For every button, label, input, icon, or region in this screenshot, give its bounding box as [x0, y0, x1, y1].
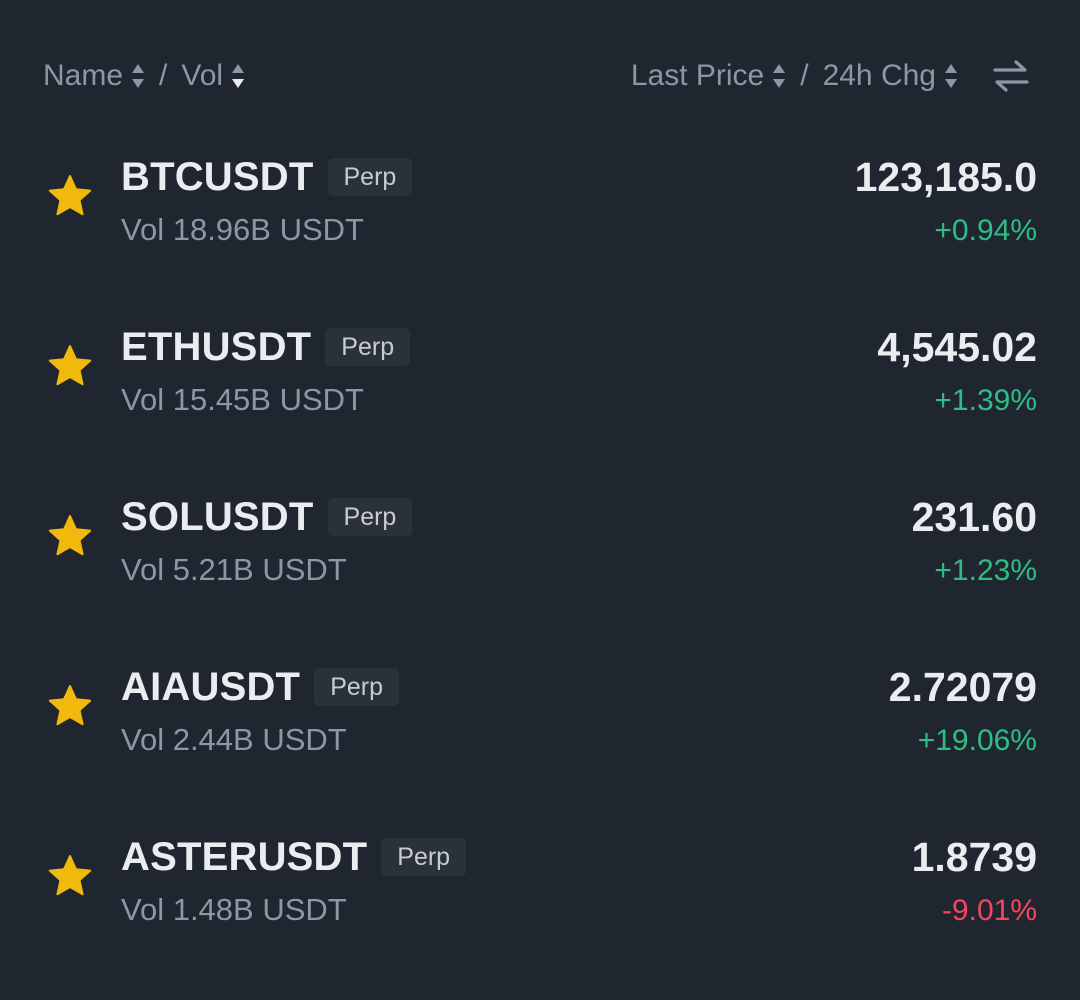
24h-change-sort-label: 24h Chg — [822, 59, 936, 92]
sort-by-last-price-button[interactable]: Last Price — [631, 59, 786, 93]
market-row[interactable]: ETHUSDT Perp Vol 15.45B USDT 4,545.02 +1… — [0, 320, 1080, 490]
right-sort-group: Last Price / 24h Chg — [631, 58, 958, 94]
last-price: 1.8739 — [911, 834, 1037, 880]
perp-badge: Perp — [325, 328, 411, 366]
sort-by-24h-change-button[interactable]: 24h Chg — [823, 59, 958, 93]
perp-badge: Perp — [381, 838, 467, 876]
volume-text: Vol 5.21B USDT — [121, 552, 347, 587]
favorite-star-icon[interactable] — [45, 682, 95, 732]
perp-badge: Perp — [327, 498, 413, 536]
last-price: 2.72079 — [888, 664, 1037, 710]
price-change: +19.06% — [917, 724, 1037, 757]
last-price: 123,185.0 — [854, 154, 1037, 200]
sort-arrows-icon — [945, 64, 957, 88]
name-sort-label: Name — [43, 59, 124, 92]
symbol-line: ETHUSDT Perp — [121, 324, 411, 370]
favorite-star-icon[interactable] — [45, 512, 95, 562]
last-price-sort-label: Last Price — [630, 59, 765, 92]
market-row[interactable]: ASTERUSDT Perp Vol 1.48B USDT 1.8739 -9.… — [0, 830, 1080, 1000]
perp-badge: Perp — [314, 668, 399, 706]
perp-badge: Perp — [327, 158, 413, 196]
symbol-name: ASTERUSDT — [121, 834, 368, 879]
vol-sort-label: Vol — [181, 59, 224, 92]
volume-text: Vol 2.44B USDT — [121, 722, 347, 757]
sort-arrows-icon — [773, 64, 786, 88]
header-separator: / — [159, 59, 168, 92]
market-list: BTCUSDT Perp Vol 18.96B USDT 123,185.0 +… — [0, 150, 1080, 1000]
sort-arrows-icon — [132, 64, 145, 88]
favorite-star-icon[interactable] — [45, 852, 95, 902]
sort-arrows-icon — [232, 64, 245, 88]
price-change: +1.23% — [934, 554, 1037, 587]
symbol-name: BTCUSDT — [121, 154, 314, 199]
left-sort-group: Name / Vol — [43, 58, 245, 94]
volume-text: Vol 1.48B USDT — [121, 892, 347, 927]
sort-by-name-button[interactable]: Name — [43, 59, 145, 93]
market-row[interactable]: SOLUSDT Perp Vol 5.21B USDT 231.60 +1.23… — [0, 490, 1080, 660]
symbol-name: ETHUSDT — [121, 324, 312, 369]
favorite-star-icon[interactable] — [45, 172, 95, 222]
last-price: 4,545.02 — [877, 324, 1037, 370]
symbol-line: BTCUSDT Perp — [121, 154, 413, 200]
price-change: +1.39% — [934, 384, 1037, 417]
symbol-name: SOLUSDT — [121, 494, 314, 539]
last-price: 231.60 — [911, 494, 1037, 540]
price-change: +0.94% — [934, 214, 1037, 247]
volume-text: Vol 15.45B USDT — [121, 382, 364, 417]
market-row[interactable]: AIAUSDT Perp Vol 2.44B USDT 2.72079 +19.… — [0, 660, 1080, 830]
header-separator: / — [800, 59, 809, 92]
market-row[interactable]: BTCUSDT Perp Vol 18.96B USDT 123,185.0 +… — [0, 150, 1080, 320]
list-header: Name / Vol Last Price / 24h Chg — [0, 0, 1080, 150]
volume-text: Vol 18.96B USDT — [121, 212, 364, 247]
symbol-name: AIAUSDT — [121, 664, 301, 709]
symbol-line: AIAUSDT Perp — [121, 664, 399, 710]
sort-by-vol-button[interactable]: Vol — [181, 59, 245, 93]
price-change: -9.01% — [941, 894, 1037, 927]
favorite-star-icon[interactable] — [45, 342, 95, 392]
symbol-line: SOLUSDT Perp — [121, 494, 413, 540]
symbol-line: ASTERUSDT Perp — [121, 834, 467, 880]
swap-columns-icon[interactable] — [992, 58, 1030, 94]
